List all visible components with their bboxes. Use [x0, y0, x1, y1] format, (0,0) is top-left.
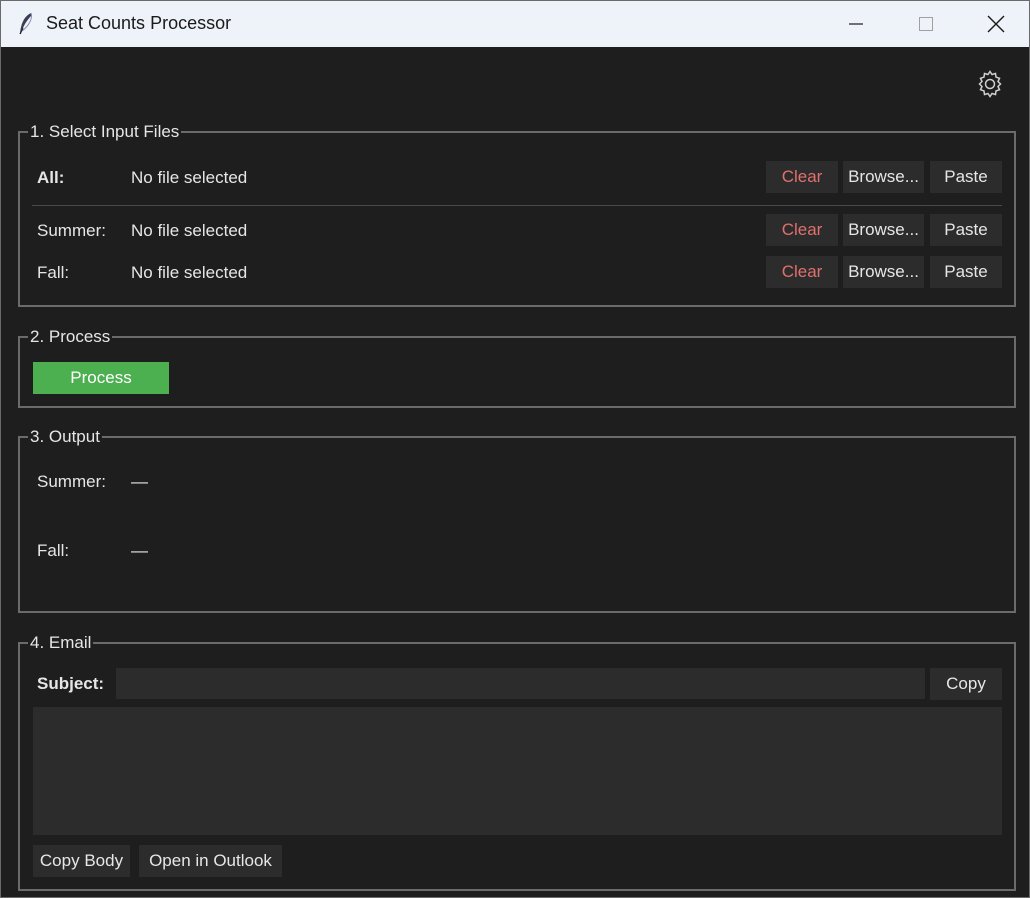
group-legend: 4. Email — [28, 633, 94, 653]
maximize-button[interactable] — [891, 1, 961, 47]
all-clear-button[interactable]: Clear — [766, 161, 838, 193]
copy-subject-button[interactable]: Copy — [930, 668, 1002, 700]
window-title: Seat Counts Processor — [46, 13, 232, 33]
output-group: 3. Output Summer: — Fall: — — [18, 427, 1016, 613]
output-fall-value: — — [131, 541, 148, 560]
feather-icon — [19, 12, 32, 35]
open-in-outlook-button[interactable]: Open in Outlook — [139, 845, 282, 877]
output-fall-label: Fall: — [37, 541, 70, 560]
email-body-textarea[interactable] — [33, 707, 1002, 835]
process-group: 2. Process Process — [18, 327, 1016, 408]
summer-browse-button[interactable]: Browse... — [843, 214, 924, 246]
gear-icon — [978, 70, 1002, 98]
close-button[interactable] — [961, 1, 1030, 47]
all-label: All: — [37, 168, 65, 187]
all-file-value: No file selected — [131, 168, 248, 187]
summer-clear-button[interactable]: Clear — [766, 214, 838, 246]
close-icon — [987, 15, 1005, 33]
all-browse-button[interactable]: Browse... — [843, 161, 924, 193]
app-window: Seat Counts Processor 1. Select Input Fi… — [0, 0, 1030, 898]
fall-browse-button[interactable]: Browse... — [843, 256, 924, 288]
email-group: 4. Email Subject: Copy Copy Body Open in… — [18, 633, 1016, 891]
copy-body-button[interactable]: Copy Body — [33, 845, 130, 877]
title-bar[interactable]: Seat Counts Processor — [1, 1, 1029, 47]
settings-button[interactable] — [975, 69, 1005, 99]
output-summer-value: — — [131, 472, 148, 491]
fall-file-value: No file selected — [131, 263, 248, 282]
fall-clear-button[interactable]: Clear — [766, 256, 838, 288]
maximize-icon — [919, 17, 933, 31]
subject-label: Subject: — [37, 674, 105, 693]
fall-label: Fall: — [37, 263, 70, 282]
select-input-files-group: 1. Select Input Files All: No file selec… — [18, 122, 1016, 307]
fall-paste-button[interactable]: Paste — [930, 256, 1002, 288]
summer-paste-button[interactable]: Paste — [930, 214, 1002, 246]
minimize-icon — [849, 23, 863, 25]
group-legend: 1. Select Input Files — [28, 122, 182, 142]
group-legend: 2. Process — [28, 327, 113, 347]
summer-label: Summer: — [37, 221, 106, 240]
group-legend: 3. Output — [28, 427, 102, 447]
output-summer-label: Summer: — [37, 472, 106, 491]
summer-file-value: No file selected — [131, 221, 248, 240]
all-paste-button[interactable]: Paste — [930, 161, 1002, 193]
divider — [32, 205, 1002, 206]
subject-input[interactable] — [116, 668, 925, 699]
minimize-button[interactable] — [821, 1, 891, 47]
process-button[interactable]: Process — [33, 362, 169, 394]
